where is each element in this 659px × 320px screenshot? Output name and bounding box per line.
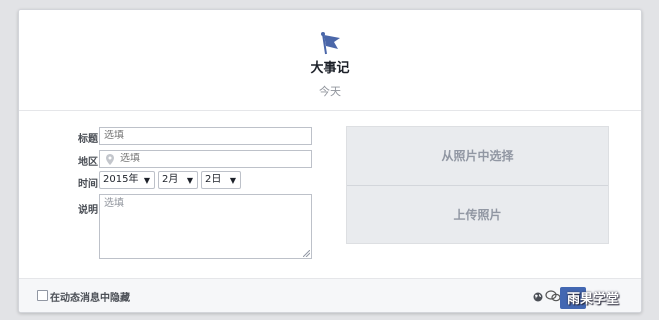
date-subtitle: 今天 [319,85,341,98]
location-label: 地区 [78,157,98,168]
globe-icon[interactable] [533,292,543,302]
dialog-title: 大事记 [310,61,350,76]
time-label: 时间 [78,179,98,190]
resize-handle-icon[interactable] [303,250,310,257]
year-value: 2015年 [103,174,139,185]
title-label: 标题 [78,134,98,145]
hide-from-feed-checkbox[interactable] [37,290,48,301]
upload-photo-button[interactable]: 上传照片 [347,186,608,244]
wechat-logo-icon [545,290,561,302]
watermark-text: 雨果学堂 [567,292,620,307]
hide-from-feed-label: 在动态消息中隐藏 [50,293,130,304]
title-field[interactable] [99,127,312,145]
dialog-header: 大事记 今天 [19,10,641,111]
location-field[interactable] [99,150,312,168]
photo-panel: 从照片中选择 上传照片 [346,126,609,244]
chevron-down-icon: ▼ [186,176,193,185]
chevron-down-icon: ▼ [229,176,236,185]
dialog-footer: 在动态消息中隐藏 雨果学堂 [19,278,641,312]
choose-from-photos-button[interactable]: 从照片中选择 [347,127,608,185]
chevron-down-icon: ▼ [143,176,150,185]
month-value: 2月 [162,174,179,185]
map-pin-icon [106,154,114,165]
day-select[interactable]: 2日 ▼ [201,171,241,189]
year-select[interactable]: 2015年 ▼ [99,171,155,189]
description-label: 说明 [78,205,98,216]
milestone-dialog: 大事记 今天 标题 地区 时间 2015年 ▼ 2月 ▼ 2日 ▼ 说明 选填 [18,9,642,313]
title-input[interactable] [104,130,307,141]
flag-icon [321,32,340,55]
location-input[interactable] [120,153,307,164]
description-textarea[interactable]: 选填 [99,194,312,259]
month-select[interactable]: 2月 ▼ [158,171,198,189]
description-placeholder: 选填 [104,198,124,209]
day-value: 2日 [205,174,222,185]
